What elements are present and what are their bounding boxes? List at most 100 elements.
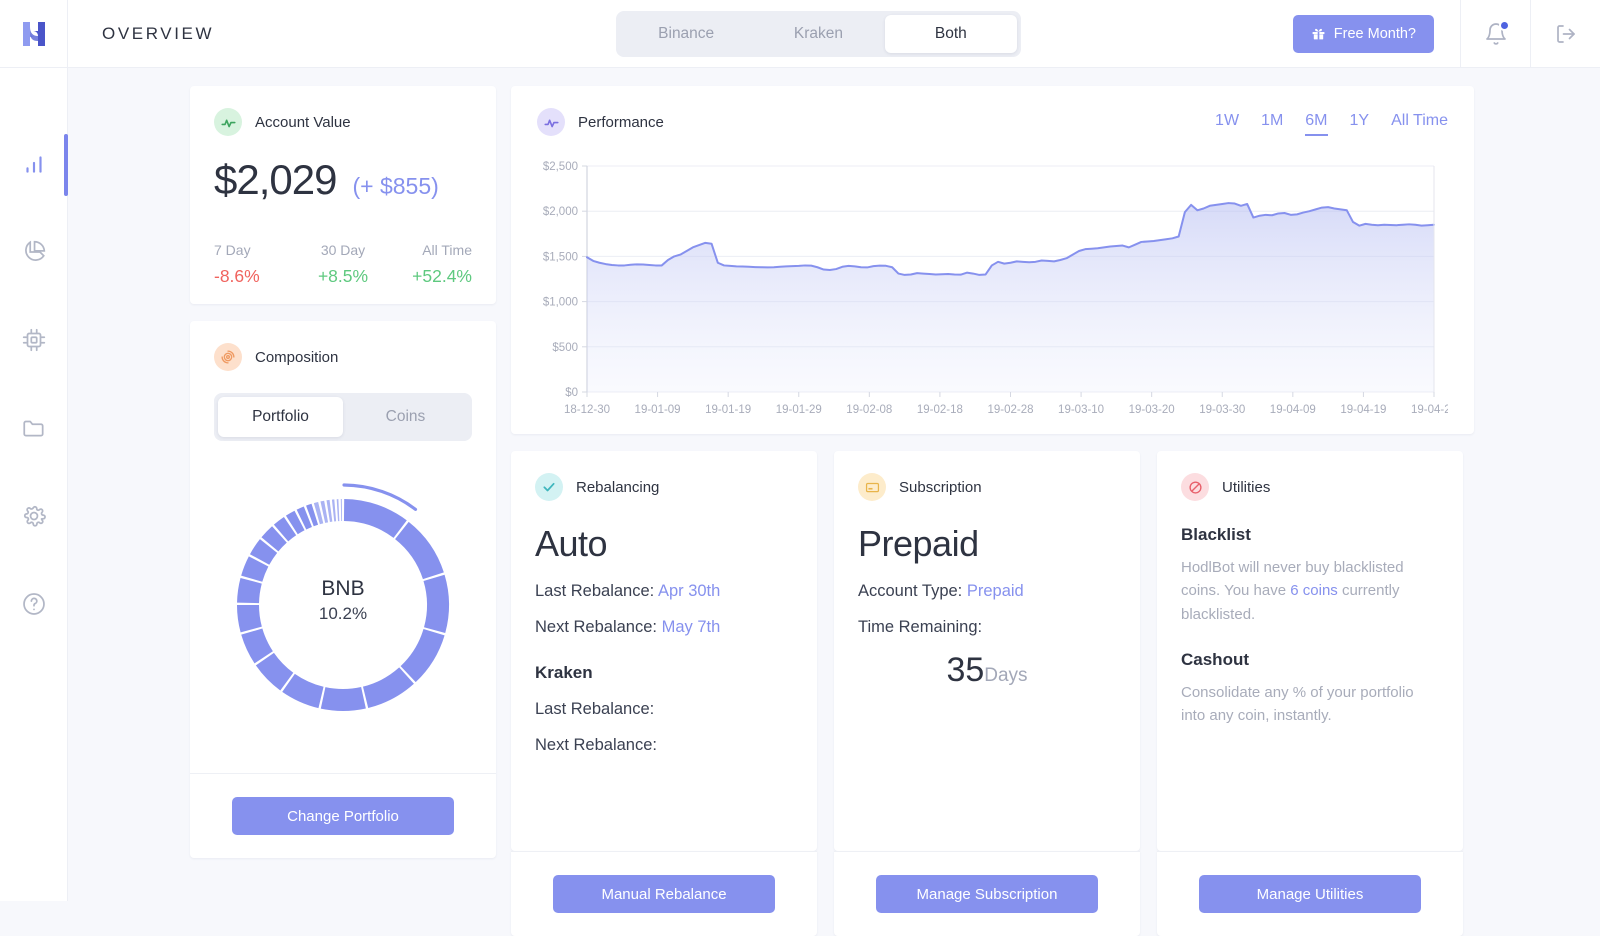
svg-text:18-12-30: 18-12-30: [564, 404, 610, 416]
utilities-blacklist-heading: Blacklist: [1181, 525, 1439, 545]
hodlbot-logo-icon: [17, 17, 51, 51]
account-value-change: (+ $855): [352, 173, 438, 200]
bar-chart-icon: [21, 151, 47, 177]
range-6m[interactable]: 6M: [1305, 112, 1327, 136]
activity-green-icon: [214, 108, 242, 136]
free-month-button[interactable]: Free Month?: [1293, 15, 1434, 53]
manage-utilities-button[interactable]: Manage Utilities: [1199, 875, 1421, 913]
main-content: Account Value $2,029 (+ $855) 7 Day -8.6…: [68, 68, 1600, 901]
subscription-days-unit: Days: [984, 665, 1027, 686]
rebalancing-header: Rebalancing: [535, 473, 793, 501]
account-value-stats: 7 Day -8.6% 30 Day +8.5% All Time +52.4%: [214, 242, 472, 287]
stat-alltime: All Time +52.4%: [386, 242, 472, 287]
rebalancing-mode: Auto: [535, 523, 793, 565]
rebalancing-footer: Manual Rebalance: [511, 851, 817, 936]
account-value-header: Account Value: [214, 108, 472, 136]
page-title: OVERVIEW: [102, 24, 214, 44]
performance-chart[interactable]: $0$500$1,000$1,500$2,000$2,50018-12-3019…: [537, 158, 1474, 428]
range-1y[interactable]: 1Y: [1350, 112, 1370, 136]
composition-header: Composition: [214, 343, 472, 371]
exchange-option-kraken[interactable]: Kraken: [752, 15, 884, 53]
sidebar: [0, 0, 68, 901]
range-1w[interactable]: 1W: [1215, 112, 1239, 136]
rebalancing-card: Rebalancing Auto Last Rebalance: Apr 30t…: [511, 451, 817, 851]
svg-text:19-04-19: 19-04-19: [1340, 404, 1386, 416]
rebalancing-next-label: Next Rebalance:: [535, 618, 657, 636]
cpu-chip-icon: [21, 327, 47, 353]
stat-alltime-label: All Time: [386, 242, 472, 258]
sidebar-nav: [0, 120, 68, 648]
sidebar-item-files[interactable]: [0, 384, 68, 472]
composition-toggle[interactable]: Portfolio Coins: [214, 393, 472, 441]
composition-footer: Change Portfolio: [190, 773, 496, 858]
rebalancing-exchange-heading: Kraken: [535, 663, 793, 683]
rebalancing-last-label: Last Rebalance:: [535, 582, 654, 600]
sidebar-item-help[interactable]: [0, 560, 68, 648]
composition-tab-portfolio[interactable]: Portfolio: [218, 397, 343, 437]
subscription-days-row: 35Days: [858, 651, 1116, 690]
subscription-header: Subscription: [858, 473, 1116, 501]
sidebar-item-overview[interactable]: [0, 120, 68, 208]
svg-text:19-02-28: 19-02-28: [987, 404, 1033, 416]
composition-donut-chart[interactable]: BNB 10.2%: [214, 483, 472, 733]
subscription-card: Subscription Prepaid Account Type: Prepa…: [834, 451, 1140, 851]
svg-text:$2,500: $2,500: [543, 161, 578, 173]
manage-subscription-button[interactable]: Manage Subscription: [876, 875, 1098, 913]
rebalancing-last-value[interactable]: Apr 30th: [658, 582, 720, 600]
stat-30day-label: 30 Day: [300, 242, 386, 258]
logout-icon: [1554, 22, 1578, 46]
svg-text:19-02-08: 19-02-08: [846, 404, 892, 416]
check-circle-icon: [535, 473, 563, 501]
donut-svg: [214, 483, 472, 733]
svg-text:$2,000: $2,000: [543, 206, 578, 218]
utilities-cashout-heading: Cashout: [1181, 650, 1439, 670]
rebalancing-kraken-last-label: Last Rebalance:: [535, 700, 654, 718]
subscription-account-type-row: Account Type: Prepaid: [858, 582, 1116, 601]
notifications-button[interactable]: [1460, 0, 1530, 68]
svg-text:19-02-18: 19-02-18: [917, 404, 963, 416]
bottom-button-row: Manual Rebalance Manage Subscription Man…: [511, 851, 1474, 936]
stat-7day-value: -8.6%: [214, 266, 300, 287]
performance-chart-svg: $0$500$1,000$1,500$2,000$2,50018-12-3019…: [537, 158, 1448, 428]
range-all-time[interactable]: All Time: [1391, 112, 1448, 136]
rebalancing-title: Rebalancing: [576, 479, 659, 496]
performance-title: Performance: [578, 114, 664, 131]
topbar-right: Free Month?: [1293, 0, 1600, 68]
subscription-account-type-label: Account Type:: [858, 582, 962, 600]
app-logo[interactable]: [0, 0, 68, 68]
svg-text:19-01-29: 19-01-29: [776, 404, 822, 416]
card-yellow-icon: [858, 473, 886, 501]
composition-tab-coins[interactable]: Coins: [343, 397, 468, 437]
range-1m[interactable]: 1M: [1261, 112, 1283, 136]
svg-text:19-03-20: 19-03-20: [1129, 404, 1175, 416]
svg-text:19-04-09: 19-04-09: [1270, 404, 1316, 416]
exchange-option-binance[interactable]: Binance: [620, 15, 752, 53]
sidebar-item-automation[interactable]: [0, 296, 68, 384]
composition-title: Composition: [255, 349, 338, 366]
gear-icon: [21, 503, 47, 529]
svg-text:$1,500: $1,500: [543, 251, 578, 263]
sidebar-item-settings[interactable]: [0, 472, 68, 560]
utilities-blacklist-link[interactable]: 6 coins: [1290, 582, 1338, 599]
sidebar-item-portfolio[interactable]: [0, 208, 68, 296]
topbar: OVERVIEW Binance Kraken Both Free Month?: [68, 0, 1600, 68]
performance-card: Performance 1W 1M 6M 1Y All Time $0$500$…: [511, 86, 1474, 434]
logout-button[interactable]: [1530, 0, 1600, 68]
rebalancing-kraken-next-label: Next Rebalance:: [535, 736, 657, 754]
rebalancing-last-row: Last Rebalance: Apr 30th: [535, 582, 793, 601]
subscription-account-type-value[interactable]: Prepaid: [967, 582, 1024, 600]
manual-rebalance-button[interactable]: Manual Rebalance: [553, 875, 775, 913]
activity-purple-icon: [537, 108, 565, 136]
exchange-option-both[interactable]: Both: [885, 15, 1017, 53]
change-portfolio-button[interactable]: Change Portfolio: [232, 797, 454, 835]
svg-text:19-03-10: 19-03-10: [1058, 404, 1104, 416]
svg-text:19-01-09: 19-01-09: [635, 404, 681, 416]
svg-text:$1,000: $1,000: [543, 297, 578, 309]
subscription-plan: Prepaid: [858, 523, 1116, 565]
stat-7day: 7 Day -8.6%: [214, 242, 300, 287]
performance-range-selector[interactable]: 1W 1M 6M 1Y All Time: [1215, 112, 1448, 136]
subscription-footer: Manage Subscription: [834, 851, 1140, 936]
help-circle-icon: [21, 591, 47, 617]
exchange-toggle[interactable]: Binance Kraken Both: [616, 11, 1021, 57]
rebalancing-next-value[interactable]: May 7th: [662, 618, 721, 636]
